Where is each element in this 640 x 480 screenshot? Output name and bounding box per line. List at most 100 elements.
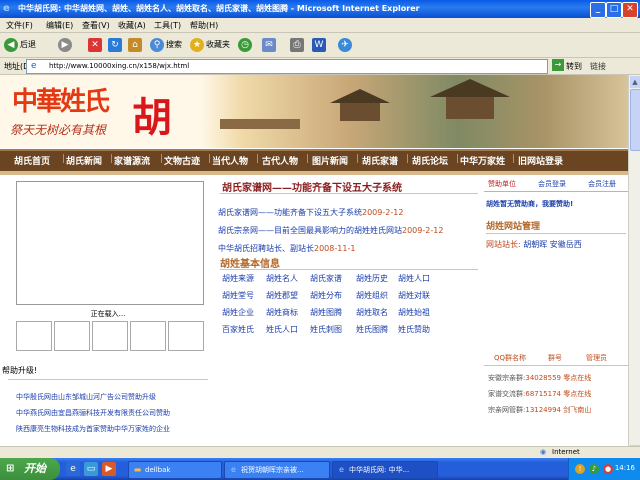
tab-sponsors[interactable]: 赞助单位 bbox=[488, 179, 516, 189]
tray-icon[interactable]: ! bbox=[575, 464, 585, 474]
menu-file[interactable]: 文件(F) bbox=[6, 20, 33, 31]
edit-button[interactable]: W bbox=[312, 37, 328, 53]
info-link[interactable]: 胡姓堂号 bbox=[222, 290, 254, 301]
info-link[interactable]: 姓氏图腾 bbox=[356, 324, 388, 335]
menu-help[interactable]: 帮助(H) bbox=[190, 20, 218, 31]
info-link[interactable]: 百家姓氏 bbox=[222, 324, 254, 335]
home-button[interactable]: ⌂ bbox=[128, 37, 144, 53]
headline[interactable]: 胡氏家谱网——功能齐备下设五大子系统 bbox=[222, 179, 402, 194]
refresh-button[interactable]: ↻ bbox=[108, 37, 124, 53]
back-button[interactable]: ◀ 后退 bbox=[4, 37, 36, 53]
ie-icon: e bbox=[339, 465, 344, 474]
sponsor-message[interactable]: 胡姓暂无赞助商，我要赞助! bbox=[486, 199, 573, 209]
thumbnail[interactable] bbox=[92, 321, 128, 351]
news-title[interactable]: 中华胡氏招聘站长、副站长 bbox=[218, 244, 314, 253]
links-button[interactable]: 链接 bbox=[590, 61, 606, 72]
address-url: http://www.10000xing.cn/x158/wjx.html bbox=[49, 62, 190, 70]
minimize-button[interactable]: _ bbox=[590, 2, 606, 18]
quicklaunch-ie-icon[interactable]: e bbox=[66, 462, 80, 476]
news-item[interactable]: 胡氏宗亲网——目前全国最具影响力的胡姓姓氏网站2009-2-12 bbox=[218, 225, 443, 236]
scroll-up-icon[interactable]: ▲ bbox=[630, 76, 640, 88]
info-link[interactable]: 胡姓郡望 bbox=[266, 290, 298, 301]
info-link[interactable]: 胡氏家谱 bbox=[310, 273, 342, 284]
nav-ancient-figures[interactable]: 古代人物 bbox=[262, 154, 298, 167]
task-button[interactable]: ▬ dellbak bbox=[128, 461, 222, 479]
info-link[interactable]: 胡姓分布 bbox=[310, 290, 342, 301]
menu-tools[interactable]: 工具(T) bbox=[154, 20, 181, 31]
nav-genealogy[interactable]: 胡氏家谱 bbox=[362, 154, 398, 167]
sponsor-link[interactable]: 中华燕氏网由宜昌燕骊科技开发有限责任公司赞助 bbox=[16, 408, 170, 418]
menu-edit[interactable]: 编辑(E) bbox=[46, 20, 73, 31]
mail-button[interactable]: ✉ bbox=[262, 37, 278, 53]
news-title[interactable]: 胡氏宗亲网——目前全国最具影响力的胡姓姓氏网站 bbox=[218, 226, 402, 235]
menu-favorites[interactable]: 收藏(A) bbox=[118, 20, 146, 31]
news-item[interactable]: 胡氏家谱网——功能齐备下设五大子系统2009-2-12 bbox=[218, 207, 403, 218]
news-item[interactable]: 中华胡氏招聘站长、副站长2008-11-1 bbox=[218, 243, 355, 254]
back-arrow-icon: ◀ bbox=[4, 37, 18, 52]
nav-forum[interactable]: 胡氏论坛 bbox=[412, 154, 448, 167]
sponsor-link[interactable]: 中华殷氏网由山东邹城山河广告公司赞助升级 bbox=[16, 392, 156, 402]
thumbnail[interactable] bbox=[54, 321, 90, 351]
task-button[interactable]: e 祝贺胡朝晖宗亲被... bbox=[224, 461, 330, 479]
address-input[interactable]: e http://www.10000xing.cn/x158/wjx.html bbox=[26, 59, 548, 74]
quicklaunch-media-icon[interactable]: ▶ bbox=[102, 462, 116, 476]
nav-surnames[interactable]: 中华万家姓 bbox=[460, 154, 505, 167]
info-link[interactable]: 姓氏刺图 bbox=[310, 324, 342, 335]
task-button-active[interactable]: e 中华胡氏网: 中华... bbox=[332, 461, 438, 479]
scroll-thumb[interactable] bbox=[630, 89, 640, 151]
nav-photo-news[interactable]: 图片新闻 bbox=[312, 154, 348, 167]
nav-home[interactable]: 胡氏首页 bbox=[14, 154, 50, 167]
tab-member-login[interactable]: 会员登录 bbox=[538, 179, 566, 189]
window-titlebar[interactable]: e 中华胡氏网: 中华胡姓网、胡姓、胡姓名人、胡姓取名、胡氏家谱、胡姓图腾 - … bbox=[0, 0, 640, 18]
info-link[interactable]: 姓氏人口 bbox=[266, 324, 298, 335]
nav-relics[interactable]: 文物古迹 bbox=[164, 154, 200, 167]
info-link[interactable]: 胡姓来源 bbox=[222, 273, 254, 284]
info-link[interactable]: 姓氏赞助 bbox=[398, 324, 430, 335]
qq-group-value: 13124994 剑飞南山 bbox=[525, 406, 592, 414]
search-button[interactable]: ⚲ 搜索 bbox=[150, 37, 182, 53]
thumbnail[interactable] bbox=[16, 321, 52, 351]
info-link[interactable]: 胡姓历史 bbox=[356, 273, 388, 284]
nav-news[interactable]: 胡氏新闻 bbox=[66, 154, 102, 167]
info-link[interactable]: 胡姓始祖 bbox=[398, 307, 430, 318]
nav-old-site-login[interactable]: 旧网站登录 bbox=[518, 154, 563, 167]
go-arrow-icon[interactable]: → bbox=[552, 59, 564, 71]
info-link[interactable]: 胡姓人口 bbox=[398, 273, 430, 284]
stop-button[interactable]: ✕ bbox=[88, 37, 104, 53]
folder-icon: ▬ bbox=[133, 465, 142, 474]
quicklaunch-desktop-icon[interactable]: ▭ bbox=[84, 462, 98, 476]
info-link[interactable]: 胡姓对联 bbox=[398, 290, 430, 301]
print-icon: ⎙ bbox=[290, 37, 304, 52]
close-button[interactable]: ✕ bbox=[622, 2, 638, 18]
tab-member-register[interactable]: 会员注册 bbox=[588, 179, 616, 189]
tray-icon[interactable]: ● bbox=[603, 464, 613, 474]
nav-modern-figures[interactable]: 当代人物 bbox=[212, 154, 248, 167]
info-link[interactable]: 胡姓商标 bbox=[266, 307, 298, 318]
admin-names[interactable]: 胡朝晖 安徽岳西 bbox=[523, 240, 582, 249]
vertical-scrollbar[interactable]: ▲ ▼ bbox=[628, 75, 640, 458]
favorites-button[interactable]: ★ 收藏夹 bbox=[190, 37, 230, 53]
info-link[interactable]: 胡姓取名 bbox=[356, 307, 388, 318]
print-button[interactable]: ⎙ bbox=[290, 37, 306, 53]
thumbnail[interactable] bbox=[168, 321, 204, 351]
info-link[interactable]: 胡姓名人 bbox=[266, 273, 298, 284]
messenger-button[interactable]: ✈ bbox=[338, 37, 354, 53]
loading-text: 正在载入... bbox=[90, 310, 126, 318]
tray-icon[interactable]: ♪ bbox=[589, 464, 599, 474]
forward-button[interactable]: ▶ bbox=[58, 37, 74, 53]
site-logo[interactable]: 中華姓氏 bbox=[12, 81, 110, 118]
left-column: 正在载入... 帮助升级! 中华殷氏网由山东邹城山河广告公司赞助升级 中华燕氏网… bbox=[2, 175, 208, 458]
slideshow-frame[interactable] bbox=[16, 181, 204, 305]
news-title[interactable]: 胡氏家谱网——功能齐备下设五大子系统 bbox=[218, 208, 362, 217]
menu-view[interactable]: 查看(V) bbox=[82, 20, 110, 31]
info-link[interactable]: 胡姓图腾 bbox=[310, 307, 342, 318]
maximize-button[interactable]: □ bbox=[606, 2, 622, 18]
thumbnail[interactable] bbox=[130, 321, 166, 351]
start-button[interactable]: ⊞ 开始 bbox=[0, 458, 60, 480]
sponsor-link[interactable]: 陕西康亮生物科技成为首家赞助中华万家姓的企业 bbox=[16, 424, 170, 434]
info-link[interactable]: 胡姓企业 bbox=[222, 307, 254, 318]
go-button[interactable]: 转到 bbox=[566, 61, 582, 72]
nav-origin[interactable]: 家谱源流 bbox=[114, 154, 150, 167]
info-link[interactable]: 胡姓组织 bbox=[356, 290, 388, 301]
history-button[interactable]: ◷ bbox=[238, 37, 254, 53]
